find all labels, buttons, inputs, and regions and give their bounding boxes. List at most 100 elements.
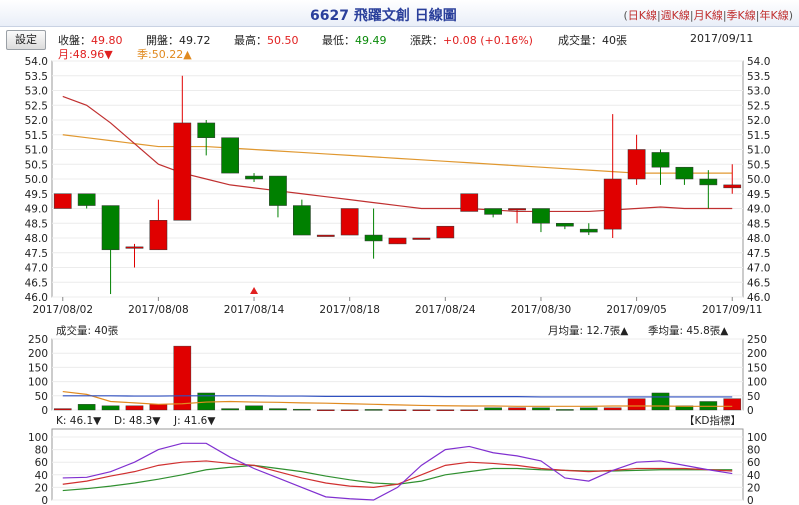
kd-y-tick-left: 60 (35, 457, 48, 469)
price-y-tick-left: 53.0 (25, 86, 48, 98)
volume-bar (221, 408, 239, 411)
candle-body (388, 237, 407, 245)
volume-bar (412, 409, 431, 411)
candle-body (245, 175, 263, 180)
kd-y-tick-left: 0 (41, 495, 48, 505)
candle-body (77, 193, 96, 206)
candle-body (436, 225, 455, 239)
kd-legend-d: D: 48.3▼ (114, 415, 161, 427)
candle-body (484, 208, 502, 215)
price-y-tick-left: 47.0 (25, 263, 48, 275)
volume-bar (316, 409, 335, 411)
price-y-tick-right: 48.5 (747, 218, 770, 230)
kd-y-tick-left: 20 (35, 482, 48, 494)
price-y-tick-right: 48.0 (747, 233, 770, 245)
volume-y-tick-left: 0 (41, 405, 48, 417)
price-y-tick-left: 53.5 (25, 71, 48, 83)
price-y-tick-left: 52.0 (25, 115, 48, 127)
kd-y-tick-right: 60 (747, 457, 760, 469)
price-y-tick-left: 54.0 (25, 56, 48, 68)
candle-body (221, 137, 239, 174)
candle-body (364, 234, 383, 242)
volume-y-tick-right: 0 (747, 405, 754, 417)
candle-body (340, 208, 359, 236)
volume-bar (603, 407, 622, 411)
price-y-tick-left: 48.0 (25, 233, 48, 245)
candle-body (508, 208, 526, 211)
price-y-tick-left: 46.5 (25, 277, 48, 289)
kd-y-tick-left: 80 (35, 445, 48, 457)
volume-bar (173, 345, 192, 411)
x-tick-label: 2017/08/30 (511, 304, 572, 316)
candle-body (627, 149, 646, 180)
candle-body (556, 223, 574, 227)
candle-body (460, 193, 479, 212)
price-y-tick-right: 46.0 (747, 292, 770, 304)
price-y-tick-right: 52.0 (747, 115, 770, 127)
kd-panel (51, 428, 744, 501)
candle-body (412, 237, 431, 240)
x-tick-label: 2017/08/14 (224, 304, 285, 316)
candle-body (699, 178, 718, 186)
kd-label: 【KD指標】 (684, 414, 741, 427)
price-y-tick-right: 51.0 (747, 145, 770, 157)
volume-y-tick-left: 250 (28, 334, 48, 346)
kd-legend-j: J: 41.6▼ (173, 415, 216, 427)
price-y-tick-left: 46.0 (25, 292, 48, 304)
price-y-tick-right: 50.5 (747, 159, 770, 171)
volume-bar (460, 409, 479, 411)
volume-bar (436, 409, 455, 411)
candle-body (125, 246, 144, 249)
price-y-tick-right: 50.0 (747, 174, 770, 186)
volume-bar (627, 398, 646, 411)
volume-bar (269, 408, 287, 411)
candle-body (293, 205, 311, 236)
volume-bar (77, 404, 96, 411)
stock-chart: 46.0 46.0 46.5 46.5 47.0 47.0 47.5 47.5 48.0 48.0… (25, 56, 771, 505)
kd-y-tick-right: 100 (747, 432, 767, 444)
volume-bar (293, 408, 311, 411)
volume-bar (364, 409, 383, 411)
candle-body (53, 193, 72, 209)
price-y-tick-right: 46.5 (747, 277, 770, 289)
volume-y-tick-left: 100 (28, 377, 48, 389)
volume-bar (125, 405, 144, 411)
kd-y-tick-right: 80 (747, 445, 760, 457)
kd-y-tick-left: 40 (35, 470, 48, 482)
price-y-tick-left: 50.5 (25, 159, 48, 171)
candle-body (269, 175, 287, 206)
candle-body (651, 152, 670, 168)
candle-body (149, 220, 168, 251)
volume-y-tick-left: 150 (28, 362, 48, 374)
price-y-tick-right: 54.0 (747, 56, 770, 68)
volume-y-tick-left: 200 (28, 348, 48, 360)
candle-body (675, 166, 694, 180)
price-y-tick-left: 51.0 (25, 145, 48, 157)
volume-bar (556, 409, 574, 411)
volume-y-tick-right: 200 (747, 348, 767, 360)
volume-y-tick-right: 100 (747, 377, 767, 389)
volume-bar (101, 405, 120, 411)
price-y-tick-left: 49.5 (25, 189, 48, 201)
price-y-tick-left: 49.0 (25, 204, 48, 216)
volume-y-tick-right: 150 (747, 362, 767, 374)
volume-y-tick-left: 50 (35, 391, 48, 403)
price-y-tick-right: 51.5 (747, 130, 770, 142)
candle-body (197, 122, 216, 138)
candle-body (532, 208, 550, 224)
volume-bar (340, 409, 359, 411)
volume-y-tick-right: 50 (747, 391, 760, 403)
price-y-tick-right: 47.5 (747, 248, 770, 260)
x-tick-label: 2017/08/24 (415, 304, 476, 316)
x-tick-label: 2017/08/08 (128, 304, 189, 316)
volume-bar (508, 407, 526, 411)
price-y-tick-right: 53.5 (747, 71, 770, 83)
price-y-tick-right: 49.5 (747, 189, 770, 201)
volume-legend-season: 季均量: 45.8張▲ (648, 325, 729, 337)
candle-body (579, 228, 598, 233)
volume-bar (53, 408, 72, 411)
price-y-tick-left: 50.0 (25, 174, 48, 186)
volume-bar (149, 404, 168, 411)
volume-bar (245, 405, 263, 411)
candle-body (316, 234, 335, 237)
